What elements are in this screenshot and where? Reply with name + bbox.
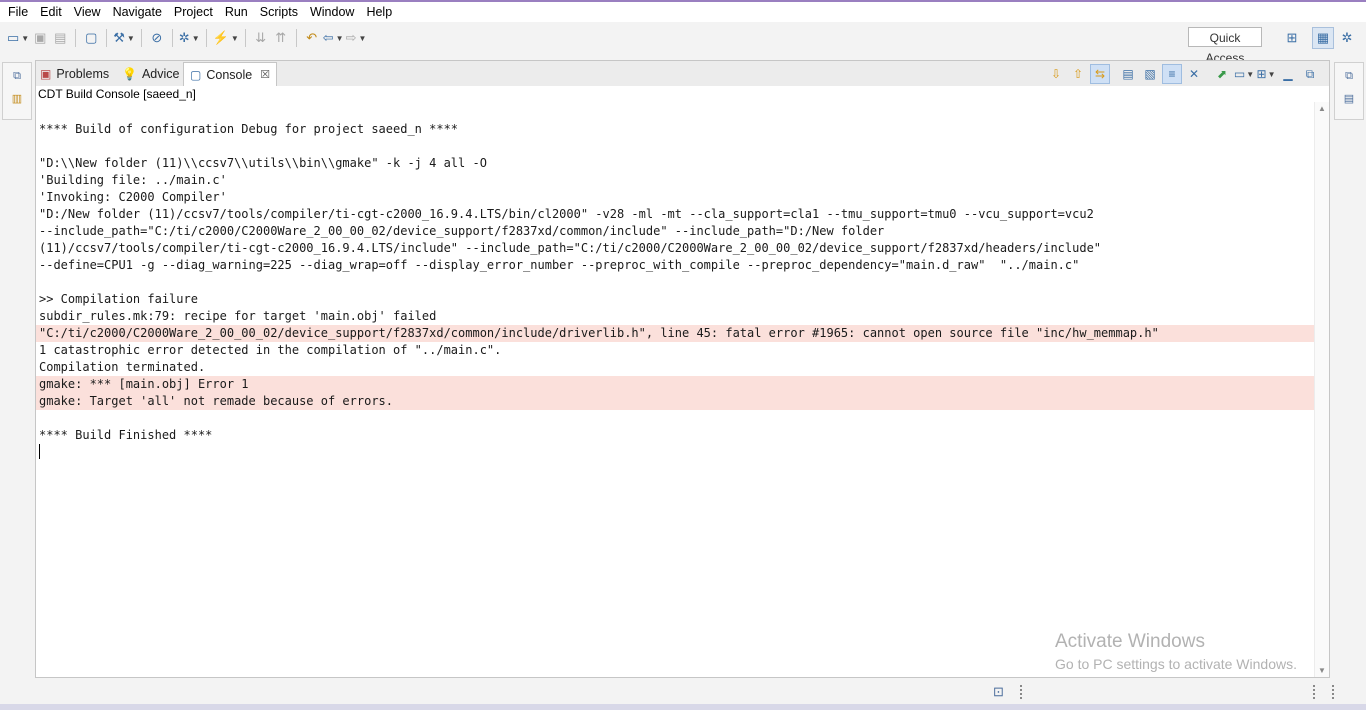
console-line: "D:/New folder (11)/ccsv7/tools/compiler… — [39, 207, 1094, 221]
scroll-down-arrow-icon[interactable]: ▼ — [1318, 666, 1326, 675]
toolbar-separator — [295, 29, 297, 47]
menu-run[interactable]: Run — [219, 2, 254, 22]
build-hammer-icon[interactable]: ⚒ ▼ — [113, 27, 135, 49]
vertical-scrollbar[interactable]: ▲ ▼ — [1314, 102, 1329, 677]
console-lines: **** Build of configuration Debug for pr… — [36, 121, 1314, 444]
connect-icon[interactable]: ⊘ — [148, 27, 166, 49]
console-line: 1 catastrophic error detected in the com… — [39, 343, 502, 357]
save-all-icon[interactable]: ▤ — [51, 27, 69, 49]
save-icon[interactable]: ▣ — [31, 27, 49, 49]
status-grip — [1020, 685, 1024, 699]
console-line: subdir_rules.mk:79: recipe for target 'm… — [39, 309, 437, 323]
scroll-down-icon[interactable]: ⇩ — [1046, 64, 1066, 84]
console-line: Compilation terminated. — [39, 360, 206, 374]
open-perspective-icon[interactable]: ⊞ — [1281, 27, 1303, 49]
menu-navigate[interactable]: Navigate — [107, 2, 168, 22]
tab-advice[interactable]: 💡 Advice — [122, 63, 179, 85]
taskbar-edge — [0, 704, 1366, 710]
remove-console-icon[interactable]: ✕ — [1184, 64, 1204, 84]
console-error-line: gmake: Target 'all' not remade because o… — [36, 393, 1314, 410]
console-line: >> Compilation failure — [39, 292, 198, 306]
scroll-up-icon[interactable]: ⇧ — [1068, 64, 1088, 84]
last-edit-icon[interactable]: ↶ — [303, 27, 321, 49]
menu-project[interactable]: Project — [168, 2, 219, 22]
console-error-line: gmake: *** [main.obj] Error 1 — [36, 376, 1314, 393]
scroll-up-arrow-icon[interactable]: ▲ — [1318, 104, 1326, 113]
word-wrap-icon[interactable]: ≡ — [1162, 64, 1182, 84]
flash-icon[interactable]: ⚡ ▼ — [213, 27, 239, 49]
forward-arrow-icon[interactable]: ⇨ ▼ — [346, 27, 367, 49]
menu-edit[interactable]: Edit — [34, 2, 68, 22]
toolbar-separator — [205, 29, 207, 47]
console-line: "D:\\New folder (11)\\ccsv7\\utils\\bin\… — [39, 156, 487, 170]
console-line: 'Invoking: C2000 Compiler' — [39, 190, 227, 204]
quick-access-field[interactable]: Quick Access — [1188, 27, 1262, 65]
restore-icon[interactable]: ⧉ — [6, 67, 28, 85]
menu-bar: File Edit View Navigate Project Run Scri… — [0, 2, 1366, 22]
maximize-icon[interactable]: ⧉ — [1300, 64, 1320, 84]
console-line: **** Build Finished **** — [39, 428, 213, 442]
terminal-icon[interactable]: ▢ — [82, 27, 100, 49]
ccs-edit-perspective-icon[interactable]: ▦ — [1312, 27, 1334, 49]
status-grip — [1332, 685, 1336, 699]
right-trim-stack: ⧉ ▤ — [1334, 62, 1364, 120]
toolbar-separator — [75, 29, 77, 47]
outline-icon[interactable]: ▤ — [1338, 89, 1360, 107]
project-explorer-icon[interactable]: ▥ — [6, 89, 28, 107]
menu-file[interactable]: File — [0, 2, 34, 22]
menu-window[interactable]: Window — [304, 2, 360, 22]
clear-console-icon[interactable]: ▧ — [1140, 64, 1160, 84]
debug-perspective-icon[interactable]: ✲ — [1336, 27, 1358, 49]
console-line: (11)/ccsv7/tools/compiler/ti-cgt-c2000_1… — [39, 241, 1102, 255]
open-console-icon[interactable]: ⊞ ▼ — [1256, 64, 1276, 84]
status-bar: ⊡ — [0, 680, 1366, 704]
tab-label: Console — [206, 67, 253, 82]
console-line: --include_path="C:/ti/c2000/C2000Ware_2_… — [39, 224, 885, 238]
toolbar-separator — [106, 29, 108, 47]
console-icon: ▢ — [190, 67, 202, 82]
console-output[interactable]: **** Build of configuration Debug for pr… — [36, 102, 1314, 677]
tab-label: Problems — [56, 67, 110, 81]
problems-icon: ▣ — [40, 67, 52, 81]
menu-scripts[interactable]: Scripts — [254, 2, 304, 22]
close-icon[interactable]: ☒ — [260, 68, 270, 81]
toolbar-separator — [244, 29, 246, 47]
console-view: ▣ Problems 💡 Advice ▢ Console ☒ ⇩ ⇧ ⇆ ▤ … — [35, 60, 1330, 678]
console-line: --define=CPU1 -g --diag_warning=225 --di… — [39, 258, 1080, 272]
main-toolbar: ▭ ▼ ▣ ▤ ▢ ⚒ ▼ ⊘ ✲ ▼ ⚡ ▼ ⇊ ⇈ ↶ ⇦ ▼ ⇨ ▼ — [0, 24, 1366, 52]
scroll-lock-icon[interactable]: ⇆ — [1090, 64, 1110, 84]
display-console-icon[interactable]: ▭ ▼ — [1234, 64, 1254, 84]
text-cursor — [39, 444, 40, 459]
console-error-line: "C:/ti/c2000/C2000Ware_2_00_00_02/device… — [36, 325, 1314, 342]
console-line: **** Build of configuration Debug for pr… — [39, 122, 459, 136]
restore-icon[interactable]: ⧉ — [1338, 67, 1360, 85]
lightbulb-icon: 💡 — [122, 67, 137, 81]
new-icon[interactable]: ▭ ▼ — [7, 27, 29, 49]
console-line: 'Building file: ../main.c' — [39, 173, 227, 187]
left-trim-stack: ⧉ ▥ — [2, 62, 32, 120]
tab-label: Advice — [141, 67, 180, 81]
console-view-toolbar: ⇩ ⇧ ⇆ ▤ ▧ ≡ ✕ ⬈ ▭ ▼ ⊞ ▼ ▁ ⧉ — [1045, 63, 1321, 85]
view-tab-bar: ▣ Problems 💡 Advice ▢ Console ☒ ⇩ ⇧ ⇆ ▤ … — [36, 61, 1329, 87]
next-annotation-icon[interactable]: ⇊ — [252, 27, 270, 49]
toolbar-separator — [140, 29, 142, 47]
menu-help[interactable]: Help — [360, 2, 398, 22]
back-arrow-icon[interactable]: ⇦ ▼ — [323, 27, 344, 49]
copy-build-log-icon[interactable]: ▤ — [1118, 64, 1138, 84]
previous-annotation-icon[interactable]: ⇈ — [272, 27, 290, 49]
tab-problems[interactable]: ▣ Problems — [40, 63, 109, 85]
status-grip — [1313, 685, 1317, 699]
debug-bug-icon[interactable]: ✲ ▼ — [179, 27, 200, 49]
toolbar-separator — [171, 29, 173, 47]
console-title: CDT Build Console [saeed_n] — [36, 86, 1329, 102]
pin-console-icon[interactable]: ⬈ — [1212, 64, 1232, 84]
minimize-icon[interactable]: ▁ — [1278, 64, 1298, 84]
menu-view[interactable]: View — [68, 2, 107, 22]
tab-console[interactable]: ▢ Console ☒ — [183, 62, 278, 86]
connection-status-icon[interactable]: ⊡ — [993, 684, 1004, 700]
